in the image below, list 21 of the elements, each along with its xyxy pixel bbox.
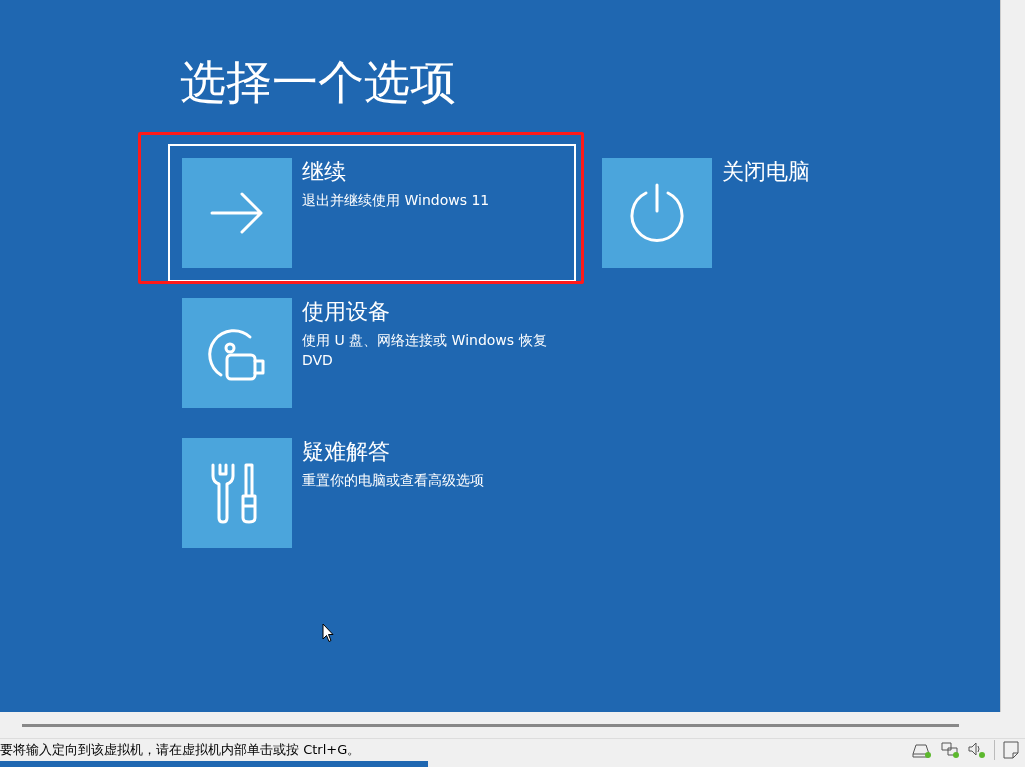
- mouse-pointer-icon: [322, 623, 334, 643]
- scrollbar[interactable]: [22, 723, 959, 727]
- speaker-icon[interactable]: [968, 742, 986, 758]
- option-button[interactable]: 继续 退出并继续使用 Windows 11: [168, 144, 576, 282]
- option-heading: 使用设备: [302, 298, 391, 326]
- option-description: 使用 U 盘、网络连接或 Windows 恢复 DVD: [302, 331, 548, 370]
- option-button[interactable]: 关闭电脑: [588, 144, 996, 282]
- right-arrow-icon: [210, 191, 264, 235]
- network-icon[interactable]: [940, 742, 960, 758]
- option-button[interactable]: 疑难解答 重置你的电脑或查看高级选项: [168, 424, 576, 562]
- power-icon: [627, 183, 687, 243]
- option-heading: 关闭电脑: [722, 158, 810, 186]
- hard-drive-icon[interactable]: [912, 742, 932, 758]
- option-description: 退出并继续使用 Windows 11: [302, 191, 490, 210]
- option-heading: 疑难解答: [302, 438, 391, 466]
- status-message: 要将输入定向到该虚拟机，请在虚拟机内部单击或按 Ctrl+G。: [0, 741, 362, 759]
- option-description: 重置你的电脑或查看高级选项: [302, 471, 484, 490]
- option-heading: 继续: [302, 158, 347, 186]
- note-icon[interactable]: [1003, 741, 1019, 759]
- page-title: 选择一个选项: [180, 54, 457, 111]
- option-button[interactable]: 使用设备 使用 U 盘、网络连接或 Windows 恢复 DVD: [168, 284, 576, 422]
